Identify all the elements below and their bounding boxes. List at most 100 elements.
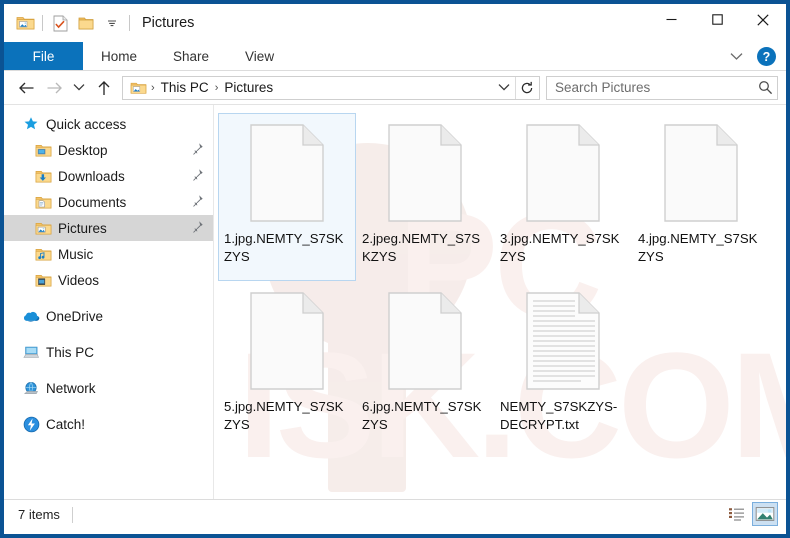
- sidebar-item-desktop[interactable]: Desktop: [4, 137, 213, 163]
- navigation-pane[interactable]: Quick access Desktop Downloads Documents…: [4, 105, 214, 499]
- videos-folder-icon: [34, 271, 52, 289]
- sidebar-item-label: Pictures: [58, 220, 107, 236]
- file-list-view[interactable]: ISK.COM PC 1.jpg.NEMTY_S7SKZYS: [214, 105, 786, 499]
- sidebar-item-label: Catch!: [46, 416, 86, 432]
- tab-file[interactable]: File: [4, 42, 83, 70]
- refresh-icon[interactable]: [515, 76, 537, 99]
- file-name: 2.jpeg.NEMTY_S7SKZYS: [362, 231, 481, 264]
- sidebar-item-network[interactable]: Network: [4, 375, 213, 401]
- sidebar-item-documents[interactable]: Documents: [4, 189, 213, 215]
- forward-button[interactable]: [40, 75, 68, 101]
- file-item[interactable]: 6.jpg.NEMTY_S7SKZYS: [356, 281, 494, 449]
- sidebar-item-label: OneDrive: [46, 308, 104, 324]
- customize-chevron-icon[interactable]: [99, 10, 125, 36]
- file-item[interactable]: 4.jpg.NEMTY_S7SKZYS: [632, 113, 770, 281]
- blank-file-icon: [239, 118, 335, 228]
- properties-icon[interactable]: [47, 10, 73, 36]
- caption-buttons: [648, 4, 786, 35]
- star-icon: [22, 115, 40, 133]
- file-name: 6.jpg.NEMTY_S7SKZYS: [362, 399, 482, 432]
- file-name: NEMTY_S7SKZYS-DECRYPT.txt: [500, 399, 618, 432]
- catch-lightning-icon: [22, 415, 40, 433]
- sidebar-group-quick-access[interactable]: Quick access: [4, 111, 213, 137]
- new-folder-icon[interactable]: [73, 10, 99, 36]
- breadcrumb-separator[interactable]: ›: [213, 82, 221, 94]
- item-count: 7 items: [18, 507, 60, 522]
- file-name: 3.jpg.NEMTY_S7SKZYS: [500, 231, 620, 264]
- view-mode-buttons: [724, 502, 778, 526]
- status-divider: [71, 506, 73, 523]
- close-button[interactable]: [740, 4, 786, 35]
- help-button[interactable]: ?: [757, 47, 776, 66]
- search-icon[interactable]: [758, 80, 773, 95]
- sidebar-item-label: Music: [58, 246, 94, 262]
- tab-view[interactable]: View: [227, 42, 292, 70]
- file-grid: 1.jpg.NEMTY_S7SKZYS 2.jpeg.NEMTY_S7SKZYS: [214, 105, 786, 449]
- blank-file-icon: [239, 286, 335, 396]
- breadcrumb-item-this-pc[interactable]: This PC: [157, 80, 213, 95]
- file-item[interactable]: 1.jpg.NEMTY_S7SKZYS: [218, 113, 356, 281]
- network-icon: [22, 379, 40, 397]
- music-folder-icon: [34, 245, 52, 263]
- documents-folder-icon: [34, 193, 52, 211]
- large-icons-view-button[interactable]: [752, 502, 778, 526]
- pictures-folder-icon[interactable]: [12, 10, 38, 36]
- file-item[interactable]: 3.jpg.NEMTY_S7SKZYS: [494, 113, 632, 281]
- toolbar-separator-1: [42, 15, 43, 31]
- search-input[interactable]: [555, 80, 758, 95]
- pin-icon[interactable]: [190, 142, 204, 156]
- sidebar-item-label: Network: [46, 380, 96, 396]
- explorer-window: Pictures File Home Share View ? › This P…: [0, 0, 790, 538]
- breadcrumb: › This PC › Pictures: [127, 78, 493, 98]
- breadcrumb-separator[interactable]: ›: [149, 82, 157, 94]
- sidebar-item-onedrive[interactable]: OneDrive: [4, 303, 213, 329]
- toolbar-separator-2: [129, 15, 130, 31]
- breadcrumb-dropdown-icon[interactable]: [493, 77, 515, 99]
- file-item[interactable]: 2.jpeg.NEMTY_S7SKZYS: [356, 113, 494, 281]
- details-view-button[interactable]: [724, 502, 750, 526]
- window-client-area: Pictures File Home Share View ? › This P…: [4, 4, 786, 534]
- maximize-button[interactable]: [694, 4, 740, 35]
- back-button[interactable]: [12, 75, 40, 101]
- file-item[interactable]: NEMTY_S7SKZYS-DECRYPT.txt: [494, 281, 632, 449]
- tab-home[interactable]: Home: [83, 42, 155, 70]
- minimize-button[interactable]: [648, 4, 694, 35]
- file-item[interactable]: 5.jpg.NEMTY_S7SKZYS: [218, 281, 356, 449]
- quick-access-toolbar: [4, 4, 134, 42]
- sidebar-item-downloads[interactable]: Downloads: [4, 163, 213, 189]
- onedrive-cloud-icon: [22, 307, 40, 325]
- sidebar-item-label: Videos: [58, 272, 100, 288]
- text-file-icon: [515, 286, 611, 396]
- sidebar-item-pictures[interactable]: Pictures: [4, 215, 213, 241]
- pin-icon[interactable]: [190, 194, 204, 208]
- this-pc-icon: [22, 343, 40, 361]
- up-button[interactable]: [90, 75, 118, 101]
- sidebar-item-label: Quick access: [46, 116, 127, 132]
- breadcrumb-item-pictures[interactable]: Pictures: [220, 80, 277, 95]
- pin-icon[interactable]: [190, 220, 204, 234]
- breadcrumb-bar[interactable]: › This PC › Pictures: [122, 75, 540, 100]
- pin-icon[interactable]: [190, 168, 204, 182]
- window-title: Pictures: [142, 15, 195, 31]
- search-box[interactable]: [546, 75, 778, 100]
- pictures-folder-icon[interactable]: [127, 78, 149, 98]
- file-name: 5.jpg.NEMTY_S7SKZYS: [224, 399, 344, 432]
- blank-file-icon: [377, 286, 473, 396]
- sidebar-item-music[interactable]: Music: [4, 241, 213, 267]
- file-name: 4.jpg.NEMTY_S7SKZYS: [638, 231, 758, 264]
- blank-file-icon: [515, 118, 611, 228]
- sidebar-item-label: Downloads: [58, 168, 125, 184]
- sidebar-item-label: Desktop: [58, 142, 108, 158]
- chevron-down-icon[interactable]: [725, 46, 747, 68]
- recent-locations-button[interactable]: [68, 75, 90, 101]
- sidebar-item-this-pc[interactable]: This PC: [4, 339, 213, 365]
- title-bar: Pictures: [4, 4, 786, 42]
- tab-share[interactable]: Share: [155, 42, 227, 70]
- sidebar-item-videos[interactable]: Videos: [4, 267, 213, 293]
- status-bar: 7 items: [4, 499, 786, 529]
- ribbon-controls: ?: [725, 42, 780, 71]
- sidebar-item-catch[interactable]: Catch!: [4, 411, 213, 437]
